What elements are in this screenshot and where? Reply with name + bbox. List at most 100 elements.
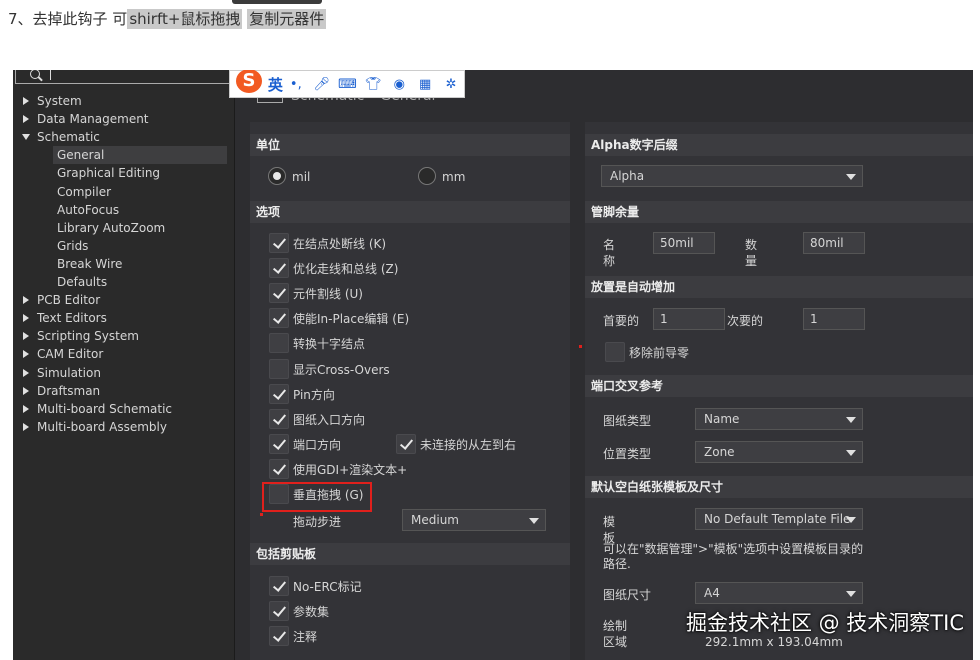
tree-item-compiler[interactable]: Compiler — [57, 183, 111, 201]
tree-item-system[interactable]: System — [23, 92, 82, 110]
alpha-suffix-dropdown[interactable]: Alpha — [601, 165, 863, 187]
unconnected-left-right-checkbox[interactable] — [396, 434, 416, 454]
option-checkbox-3[interactable] — [269, 308, 289, 329]
chevron-down-icon — [846, 591, 856, 597]
option-checkbox-7[interactable] — [269, 408, 289, 429]
units-mil-radio[interactable] — [268, 167, 286, 185]
units-mm-radio[interactable] — [418, 167, 436, 185]
tree-search-input[interactable] — [15, 70, 237, 84]
option-checkbox-2[interactable] — [269, 283, 289, 304]
tree-item-graphical-editing[interactable]: Graphical Editing — [57, 164, 160, 182]
chevron-right-icon[interactable] — [23, 422, 29, 431]
tree-item-label: Grids — [57, 238, 89, 253]
chevron-right-icon[interactable] — [23, 97, 29, 105]
chevron-right-icon[interactable] — [23, 314, 29, 323]
remove-leading-zero-checkbox[interactable] — [605, 342, 625, 362]
option-checkbox-6[interactable] — [269, 383, 289, 404]
apps-icon[interactable]: ▦ — [412, 77, 438, 92]
chevron-down-icon[interactable] — [22, 134, 30, 141]
option-checkbox-8[interactable] — [269, 433, 289, 454]
tree-item-scripting-system[interactable]: Scripting System — [23, 327, 139, 345]
pin-qty-margin-input[interactable]: 80mil — [803, 232, 865, 254]
default-template-header: 默认空白纸张模板及尺寸 — [585, 476, 973, 498]
skin-icon[interactable]: 👕︎ — [361, 77, 387, 92]
tree-item-draftsman[interactable]: Draftsman — [23, 382, 100, 400]
sheet-size-label: 图纸尺寸 — [603, 588, 652, 602]
units-mm-label: mm — [442, 170, 466, 184]
tree-item-autofocus[interactable]: AutoFocus — [57, 201, 119, 219]
chevron-right-icon[interactable] — [23, 368, 29, 377]
tree-item-label: Library AutoZoom — [57, 220, 166, 235]
option-label-3: 使能In-Place编辑 (E) — [293, 312, 410, 327]
clipboard-label-2: 注释 — [293, 630, 318, 644]
sheet-size-dropdown[interactable]: A4 — [695, 582, 863, 604]
secondary-increment-input[interactable]: 1 — [803, 308, 865, 330]
chevron-right-icon[interactable] — [23, 386, 29, 395]
tree-item-label: Data Management — [37, 112, 149, 127]
sheet-size-value: A4 — [704, 586, 720, 600]
search-icon — [30, 70, 40, 79]
tree-item-library-autozoom[interactable]: Library AutoZoom — [57, 219, 165, 237]
left-settings-panel: 单位 mil mm 选项 在结点处断线 (K) 优化走线和总线 (Z) 元件割线 (… — [250, 122, 570, 660]
alpha-suffix-value: Alpha — [610, 169, 645, 183]
units-mil-label: mil — [292, 170, 311, 184]
tree-item-schematic[interactable]: Schematic — [22, 128, 100, 146]
step-text: 7、去掉此钩子 可 — [8, 10, 128, 28]
option-checkbox-9[interactable] — [269, 458, 289, 479]
blog-toolbar-edge — [232, 0, 322, 4]
toolbox-icon[interactable]: ◉ — [386, 77, 412, 92]
tree-item-multi-board-schematic[interactable]: Multi-board Schematic — [23, 400, 173, 418]
tree-item-label: Schematic — [37, 130, 100, 145]
keyboard-icon[interactable]: ⌨ — [335, 77, 361, 92]
clipboard-checkbox-0[interactable] — [269, 576, 289, 596]
position-type-value: Zone — [704, 445, 735, 459]
chevron-right-icon[interactable] — [23, 296, 29, 305]
chevron-right-icon[interactable] — [23, 350, 29, 359]
drag-step-value: Medium — [411, 513, 459, 527]
tree-item-break-wire[interactable]: Break Wire — [57, 255, 122, 273]
template-dropdown[interactable]: No Default Template File — [695, 508, 863, 530]
watermark: 掘金技术社区 @ 技术洞察TIC — [685, 611, 964, 635]
pin-name-label: 名称 — [603, 238, 616, 268]
drag-step-label: 拖动步进 — [293, 515, 342, 529]
clipboard-checkbox-2[interactable] — [269, 626, 289, 646]
position-type-dropdown[interactable]: Zone — [695, 441, 863, 463]
tree-item-text-editors[interactable]: Text Editors — [23, 309, 107, 327]
tree-item-pcb-editor[interactable]: PCB Editor — [23, 291, 101, 309]
right-settings-panel: Alpha数字后缀 Alpha 管脚余量 名称 50mil 数量 80mil 放… — [579, 122, 973, 660]
clipboard-checkbox-1[interactable] — [269, 601, 289, 621]
tree-item-label: Multi-board Schematic — [37, 401, 173, 416]
red-highlight-box — [262, 482, 372, 512]
sheet-type-dropdown[interactable]: Name — [695, 408, 863, 430]
tree-item-label: PCB Editor — [37, 293, 101, 308]
chevron-right-icon[interactable] — [23, 332, 29, 341]
option-label-1: 优化走线和总线 (Z) — [293, 262, 399, 277]
chevron-down-icon — [846, 174, 856, 180]
tree-item-general[interactable]: General — [53, 146, 227, 165]
tree-item-grids[interactable]: Grids — [57, 237, 88, 255]
option-label-8: 端口方向 — [293, 437, 342, 452]
tree-item-data-management[interactable]: Data Management — [23, 110, 149, 128]
option-checkbox-1[interactable] — [269, 258, 289, 279]
tree-item-cam-editor[interactable]: CAM Editor — [23, 345, 104, 363]
ime-language-toggle[interactable]: 英 — [268, 74, 283, 95]
tree-item-multi-board-assembly[interactable]: Multi-board Assembly — [23, 418, 167, 436]
settings-icon[interactable]: ✲ — [438, 77, 464, 92]
template-path-hint: 可以在"数据管理">"模板"选项中设置模板目录的路径. — [603, 542, 864, 571]
punctuation-icon[interactable]: •, — [283, 77, 309, 92]
pin-name-margin-input[interactable]: 50mil — [653, 232, 715, 254]
option-checkbox-0[interactable] — [269, 233, 289, 253]
drag-step-dropdown[interactable]: Medium — [402, 509, 546, 531]
tree-item-simulation[interactable]: Simulation — [23, 364, 101, 382]
tree-item-label: CAM Editor — [37, 347, 104, 362]
mic-icon[interactable]: 🎤︎ — [309, 77, 335, 92]
primary-increment-input[interactable]: 1 — [653, 308, 725, 330]
red-marker — [579, 345, 582, 348]
sogou-logo-icon[interactable]: S — [234, 70, 264, 95]
chevron-down-icon — [846, 450, 856, 456]
chevron-right-icon[interactable] — [23, 404, 29, 413]
tree-item-defaults[interactable]: Defaults — [57, 273, 107, 291]
chevron-right-icon[interactable] — [23, 115, 29, 124]
option-checkbox-4[interactable] — [269, 333, 289, 354]
option-checkbox-5[interactable] — [269, 358, 289, 379]
